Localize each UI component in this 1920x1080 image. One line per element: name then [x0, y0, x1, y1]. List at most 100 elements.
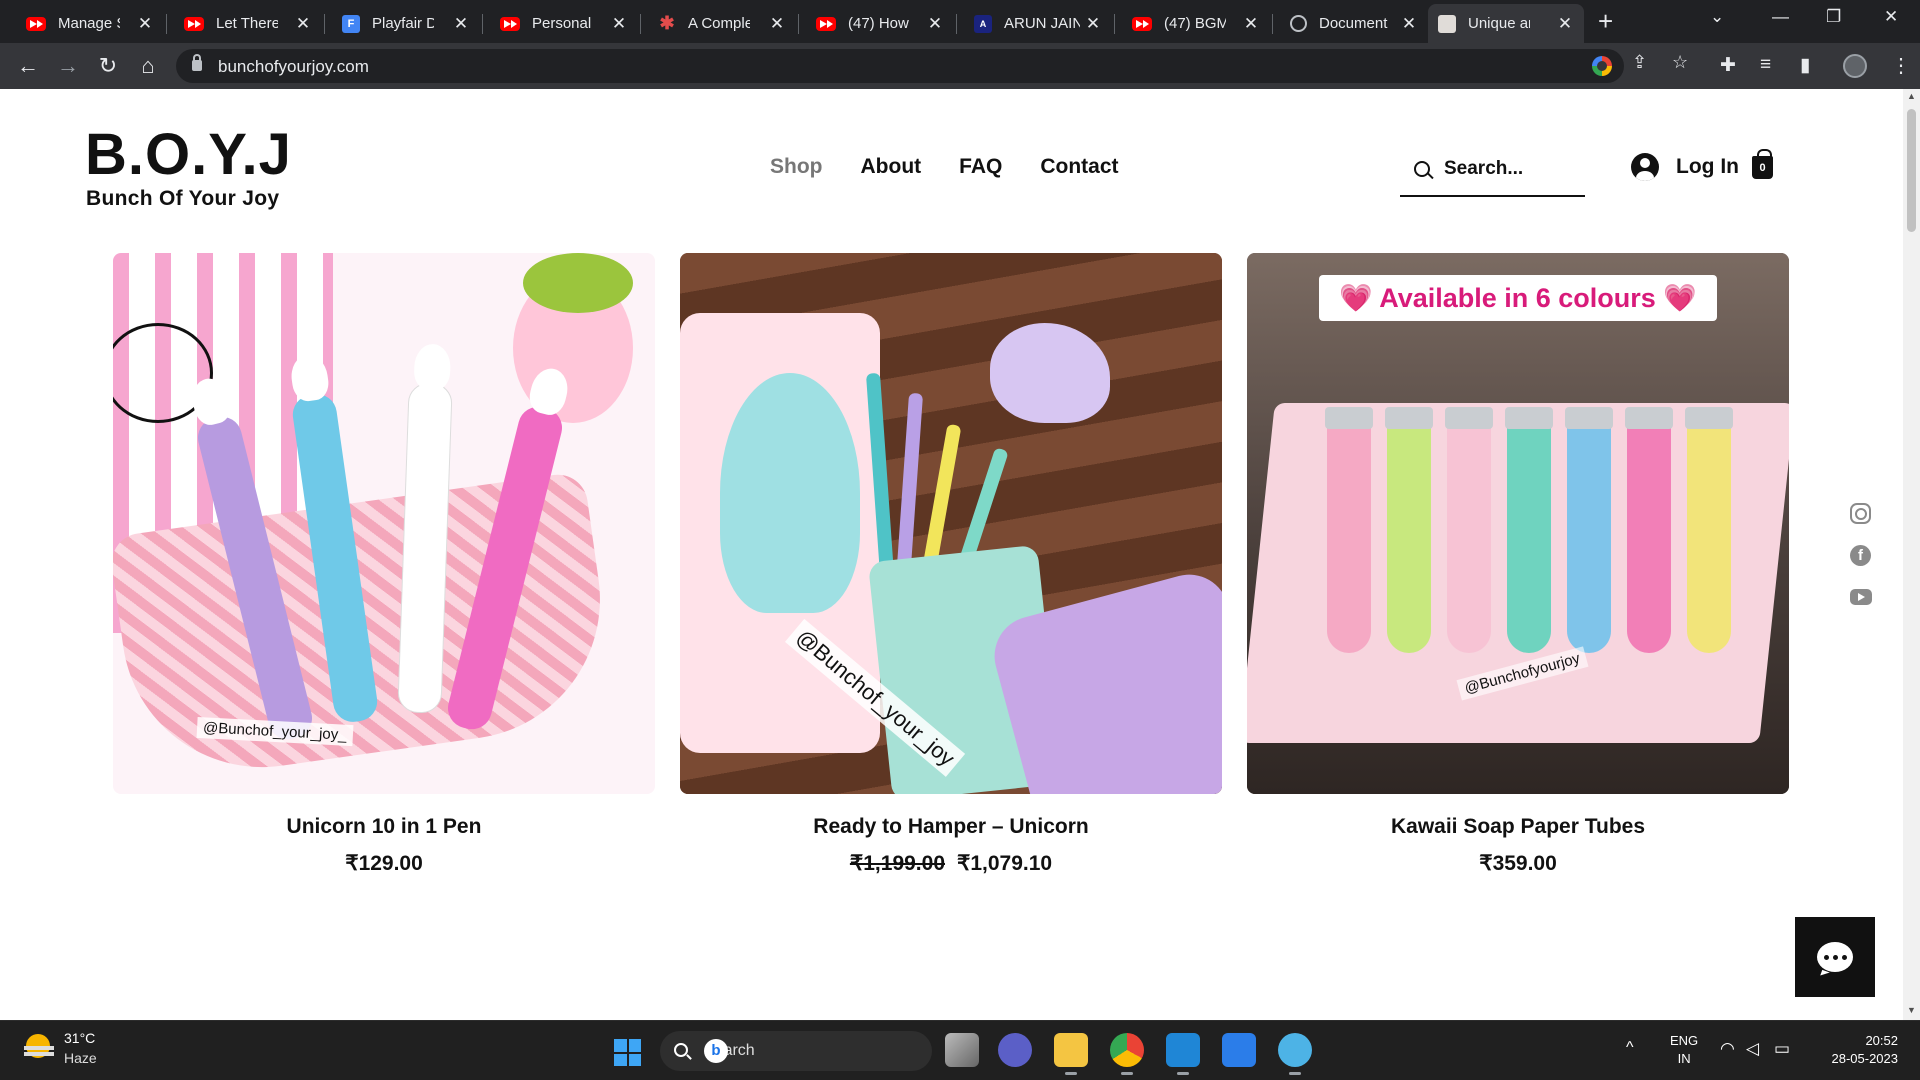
- clock-date: 28-05-2023: [1831, 1051, 1899, 1066]
- extensions-icon[interactable]: ✚: [1720, 54, 1736, 77]
- bing-icon[interactable]: b: [704, 1039, 728, 1063]
- tab-5[interactable]: ✱ A Complete ✕: [648, 4, 796, 43]
- product-card[interactable]: @Bunchof_your_joy_ Unicorn 10 in 1 Pen ₹…: [113, 253, 655, 876]
- tab-8[interactable]: (47) BGMI E ✕: [1122, 4, 1270, 43]
- close-window-icon[interactable]: ✕: [1884, 7, 1898, 27]
- search-input[interactable]: [1444, 158, 1574, 180]
- volume-icon[interactable]: ◁: [1746, 1039, 1759, 1059]
- site-logo[interactable]: B.O.Y.J: [85, 121, 292, 188]
- file-explorer-icon[interactable]: [1054, 1033, 1088, 1075]
- scroll-down-icon[interactable]: ▼: [1907, 1005, 1916, 1015]
- fonts-icon: F: [342, 14, 360, 33]
- back-icon[interactable]: ←: [14, 52, 42, 80]
- restore-icon[interactable]: ❐: [1826, 7, 1841, 27]
- youtube-icon[interactable]: [1850, 589, 1872, 605]
- instagram-icon[interactable]: [1850, 503, 1871, 524]
- tab-10-active[interactable]: Unique and ✕: [1428, 4, 1584, 43]
- close-icon[interactable]: ✕: [768, 14, 786, 34]
- close-icon[interactable]: ✕: [926, 14, 944, 34]
- youtube-icon: [816, 16, 836, 31]
- product-name[interactable]: Ready to Hamper – Unicorn: [680, 815, 1222, 839]
- browser-tabstrip: Manage Se ✕ Let There B ✕ F Playfair Dis…: [0, 0, 1920, 43]
- new-tab-button[interactable]: +: [1598, 6, 1613, 37]
- scrollbar-thumb[interactable]: [1907, 109, 1916, 232]
- login-button[interactable]: Log In: [1614, 153, 1739, 181]
- site-search[interactable]: [1400, 145, 1585, 197]
- product-card[interactable]: 💗 Available in 6 colours 💗 @Bunchofyourj…: [1247, 253, 1789, 876]
- search-icon: [674, 1043, 688, 1057]
- tab-9[interactable]: Document ✕: [1280, 4, 1428, 43]
- close-icon[interactable]: ✕: [136, 14, 154, 34]
- product-image[interactable]: @Bunchof_your_joy_: [113, 253, 655, 794]
- login-label: Log In: [1676, 155, 1739, 178]
- start-icon[interactable]: [614, 1039, 641, 1066]
- site-tagline: Bunch Of Your Joy: [86, 187, 280, 210]
- cart-icon[interactable]: 0: [1752, 149, 1773, 179]
- facebook-icon[interactable]: f: [1850, 545, 1871, 566]
- teams-chat-icon[interactable]: [998, 1033, 1032, 1067]
- media-icon[interactable]: ≡: [1760, 54, 1771, 76]
- nav-about[interactable]: About: [861, 155, 922, 179]
- scroll-up-icon[interactable]: ▲: [1907, 91, 1916, 101]
- nav-faq[interactable]: FAQ: [959, 155, 1002, 179]
- profile-avatar[interactable]: [1843, 54, 1867, 78]
- side-panel-icon[interactable]: ▮: [1800, 54, 1810, 77]
- close-icon[interactable]: ✕: [1084, 14, 1102, 34]
- tab-title: Document: [1319, 15, 1388, 32]
- close-icon[interactable]: ✕: [452, 14, 470, 34]
- vscode-icon[interactable]: [1166, 1033, 1200, 1075]
- clock-time: 20:52: [1865, 1033, 1898, 1048]
- share-icon[interactable]: ⇪: [1632, 52, 1647, 73]
- chevron-up-icon[interactable]: ^: [1626, 1039, 1634, 1057]
- main-nav: Shop About FAQ Contact: [770, 155, 1119, 179]
- reload-icon[interactable]: ↻: [94, 52, 122, 80]
- google-icon[interactable]: [1592, 56, 1612, 76]
- product-card[interactable]: @Bunchof_your_joy Ready to Hamper – Unic…: [680, 253, 1222, 876]
- menu-icon[interactable]: ⋮: [1891, 53, 1911, 78]
- close-icon[interactable]: ✕: [294, 14, 312, 34]
- youtube-icon: [1132, 16, 1152, 31]
- clock[interactable]: 20:52 28-05-2023: [1818, 1032, 1899, 1068]
- tab-title: Unique and: [1468, 15, 1530, 32]
- wifi-icon[interactable]: ◠: [1720, 1039, 1735, 1059]
- product-image[interactable]: @Bunchof_your_joy: [680, 253, 1222, 794]
- browser-app-icon[interactable]: [1278, 1033, 1312, 1075]
- taskbar-search[interactable]: Search b: [660, 1031, 932, 1071]
- chrome-icon[interactable]: [1110, 1033, 1144, 1075]
- nav-shop[interactable]: Shop: [770, 155, 823, 179]
- chat-button[interactable]: [1795, 917, 1875, 997]
- weather-icon[interactable]: [24, 1034, 54, 1060]
- home-icon[interactable]: ⌂: [134, 52, 162, 80]
- bookmark-star-icon[interactable]: ☆: [1672, 52, 1688, 73]
- close-icon[interactable]: ✕: [1400, 14, 1418, 34]
- tab-1[interactable]: Manage Se ✕: [16, 4, 164, 43]
- page-scrollbar[interactable]: ▲ ▼: [1903, 89, 1920, 1020]
- nav-contact[interactable]: Contact: [1040, 155, 1118, 179]
- language-indicator[interactable]: ENG IN: [1670, 1032, 1698, 1068]
- minimize-icon[interactable]: —: [1772, 7, 1789, 27]
- tab-2[interactable]: Let There B ✕: [174, 4, 322, 43]
- forward-icon[interactable]: →: [54, 52, 82, 80]
- close-icon[interactable]: ✕: [1556, 14, 1574, 34]
- close-icon[interactable]: ✕: [1242, 14, 1260, 34]
- youtube-icon: [26, 16, 46, 31]
- url-text[interactable]: bunchofyourjoy.com: [218, 57, 369, 77]
- tab-title: Personal Po: [532, 15, 594, 32]
- battery-icon[interactable]: ▭: [1774, 1039, 1790, 1059]
- tab-title: Playfair Disp: [372, 15, 434, 32]
- weather-condition[interactable]: Haze: [64, 1050, 97, 1066]
- product-image[interactable]: 💗 Available in 6 colours 💗 @Bunchofyourj…: [1247, 253, 1789, 794]
- product-name[interactable]: Kawaii Soap Paper Tubes: [1247, 815, 1789, 839]
- task-view-icon[interactable]: [945, 1033, 979, 1067]
- product-name[interactable]: Unicorn 10 in 1 Pen: [113, 815, 655, 839]
- address-bar[interactable]: bunchofyourjoy.com: [176, 49, 1624, 83]
- tab-search-icon[interactable]: ⌄: [1710, 7, 1724, 27]
- search-icon: [1414, 161, 1430, 177]
- tab-3[interactable]: F Playfair Disp ✕: [332, 4, 480, 43]
- tab-6[interactable]: (47) How To ✕: [806, 4, 954, 43]
- tab-4[interactable]: Personal Po ✕: [490, 4, 638, 43]
- store-icon[interactable]: [1222, 1033, 1256, 1067]
- close-icon[interactable]: ✕: [610, 14, 628, 34]
- tab-7[interactable]: A ARUN JAIN ✕: [964, 4, 1112, 43]
- weather-temp[interactable]: 31°C: [64, 1030, 95, 1046]
